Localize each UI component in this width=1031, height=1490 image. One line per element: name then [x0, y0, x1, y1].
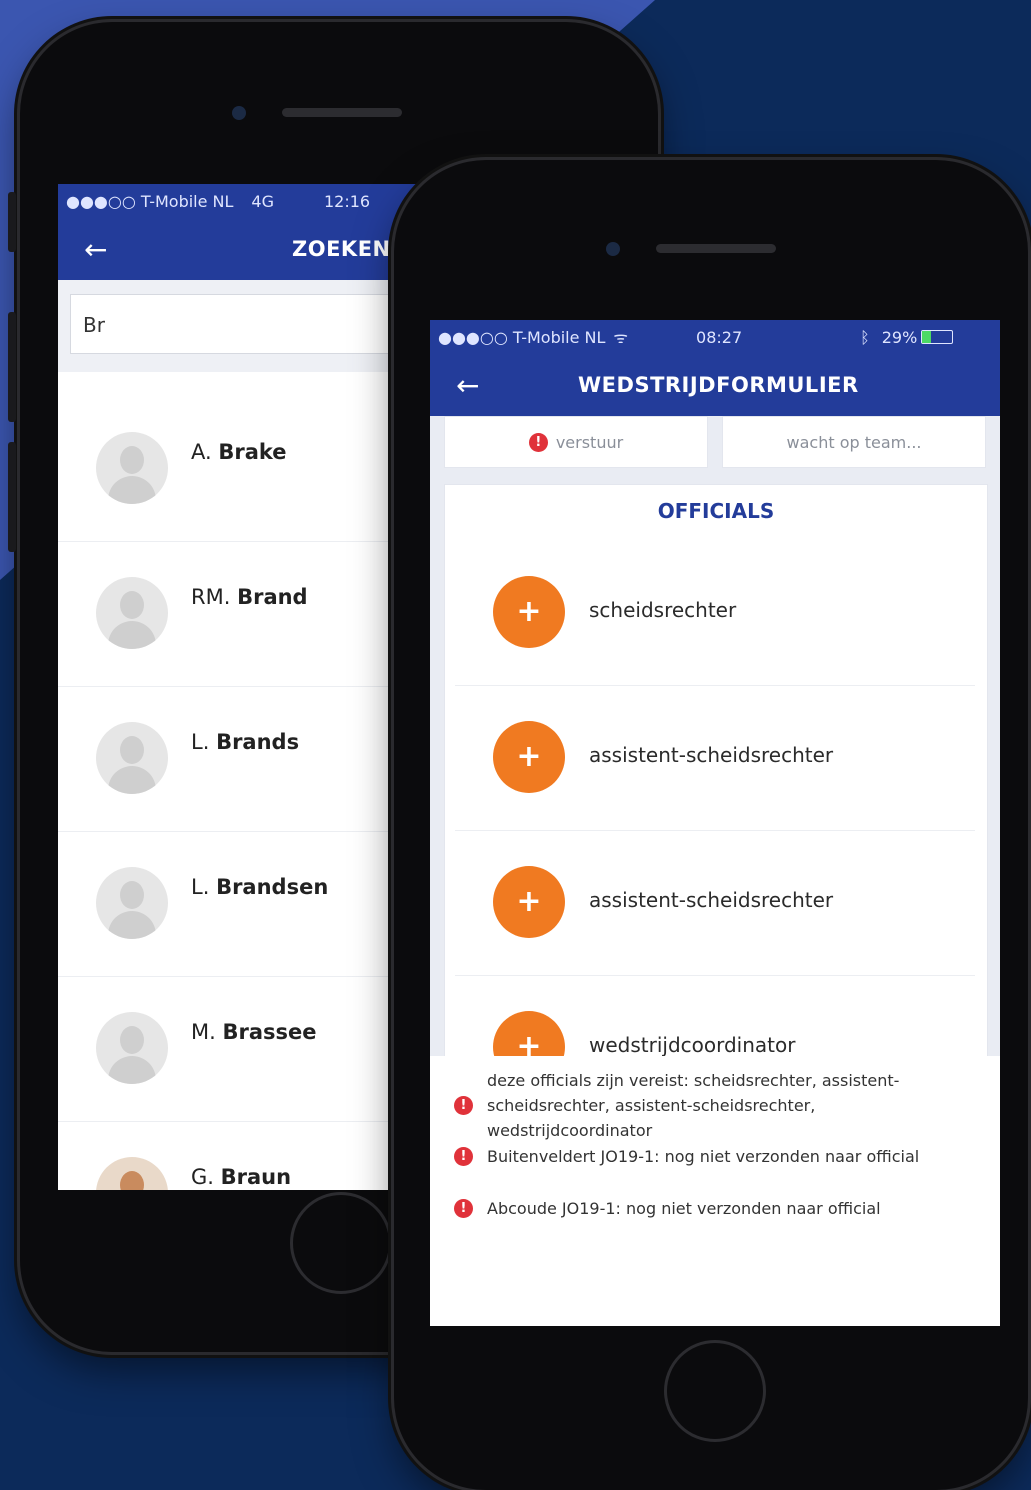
warning-message: ! deze officials zijn vereist: scheidsre… [454, 1068, 980, 1143]
nav-bar: ← WEDSTRIJDFORMULIER [430, 354, 1000, 416]
officials-heading: OFFICIALS [657, 499, 775, 523]
page-title: ZOEKEN [292, 237, 391, 261]
validation-messages: ! deze officials zijn vereist: scheidsre… [430, 1056, 1000, 1326]
person-name: A. Brake [191, 440, 287, 464]
plus-icon: + [516, 884, 542, 919]
phone-side-button [8, 442, 16, 552]
person-name: G. Braun [191, 1165, 292, 1189]
list-item[interactable]: RM. Brand [58, 541, 398, 687]
avatar-placeholder-icon [96, 432, 168, 504]
person-name: RM. Brand [191, 585, 308, 609]
bluetooth-icon: ᛒ [860, 327, 870, 347]
form-phone: ●●●○○ T-Mobile NL ᯤ 08:27 ᛒ 29% ← WEDSTR… [394, 160, 1028, 1490]
avatar-placeholder-icon [96, 722, 168, 794]
phone-side-button [8, 192, 16, 252]
page-title: WEDSTRIJDFORMULIER [578, 373, 859, 397]
list-item[interactable]: G. Braun [58, 1121, 398, 1190]
person-name: L. Brandsen [191, 875, 329, 899]
avatar-placeholder-icon [96, 577, 168, 649]
wifi-icon: ᯤ [613, 328, 629, 347]
status-bar: ●●●○○ T-Mobile NL ᯤ 08:27 ᛒ 29% [430, 320, 1000, 354]
error-icon: ! [454, 1096, 473, 1115]
official-row-assistant[interactable]: + assistent-scheidsrechter [455, 685, 975, 831]
clock-label: 08:27 [696, 327, 743, 347]
send-status-label: verstuur [555, 432, 624, 452]
warning-text: deze officials zijn vereist: scheidsrech… [487, 1071, 900, 1140]
front-camera-icon [606, 242, 620, 256]
home-button[interactable] [290, 1192, 392, 1294]
form-screen: ●●●○○ T-Mobile NL ᯤ 08:27 ᛒ 29% ← WEDSTR… [430, 320, 1000, 1326]
battery-label: 29% [881, 327, 918, 347]
warning-text: Buitenveldert JO19-1: nog niet verzonden… [487, 1147, 920, 1166]
error-icon: ! [528, 432, 548, 452]
battery-icon [921, 330, 954, 344]
add-official-button[interactable]: + [493, 576, 565, 648]
plus-icon: + [516, 594, 542, 629]
list-item[interactable]: L. Brands [58, 686, 398, 832]
avatar-placeholder-icon [96, 867, 168, 939]
carrier-label: ●●●○○ T-Mobile NL [438, 327, 606, 347]
warning-message: ! Abcoude JO19-1: nog niet verzonden naa… [454, 1196, 980, 1221]
back-arrow-icon[interactable]: ← [84, 233, 107, 266]
add-official-button[interactable]: + [493, 721, 565, 793]
warning-text: Abcoude JO19-1: nog niet verzonden naar … [487, 1199, 881, 1218]
avatar-photo [96, 1157, 168, 1190]
official-role-label: wedstrijdcoordinator [589, 1033, 796, 1057]
list-item[interactable]: L. Brandsen [58, 831, 398, 977]
official-role-label: assistent-scheidsrechter [589, 888, 834, 912]
avatar-placeholder-icon [96, 1012, 168, 1084]
network-label: 4G [251, 191, 274, 211]
official-row-assistant[interactable]: + assistent-scheidsrechter [455, 830, 975, 976]
team-status-card[interactable]: ! verstuur [444, 416, 708, 468]
speaker-grille [656, 244, 776, 253]
front-camera-icon [232, 106, 246, 120]
officials-card: OFFICIALS + scheidsrechter + assistent-s… [444, 484, 988, 1132]
home-button[interactable] [664, 1340, 766, 1442]
carrier-label: ●●●○○ T-Mobile NL [66, 191, 234, 211]
person-name: M. Brassee [191, 1020, 317, 1044]
search-input[interactable]: Br [70, 294, 430, 354]
clock-label: 12:16 [324, 191, 371, 211]
back-arrow-icon[interactable]: ← [456, 369, 479, 402]
add-official-button[interactable]: + [493, 866, 565, 938]
warning-message: ! Buitenveldert JO19-1: nog niet verzond… [454, 1144, 980, 1169]
person-name: L. Brands [191, 730, 300, 754]
speaker-grille [282, 108, 402, 117]
team-status-card[interactable]: wacht op team... [722, 416, 986, 468]
official-role-label: assistent-scheidsrechter [589, 743, 834, 767]
waiting-status-label: wacht op team... [786, 432, 922, 452]
official-role-label: scheidsrechter [589, 598, 737, 622]
list-item[interactable]: A. Brake [58, 396, 398, 542]
official-row-referee[interactable]: + scheidsrechter [455, 540, 975, 686]
error-icon: ! [454, 1147, 473, 1166]
plus-icon: + [516, 739, 542, 774]
list-item[interactable]: M. Brassee [58, 976, 398, 1122]
error-icon: ! [454, 1199, 473, 1218]
phone-side-button [8, 312, 16, 422]
